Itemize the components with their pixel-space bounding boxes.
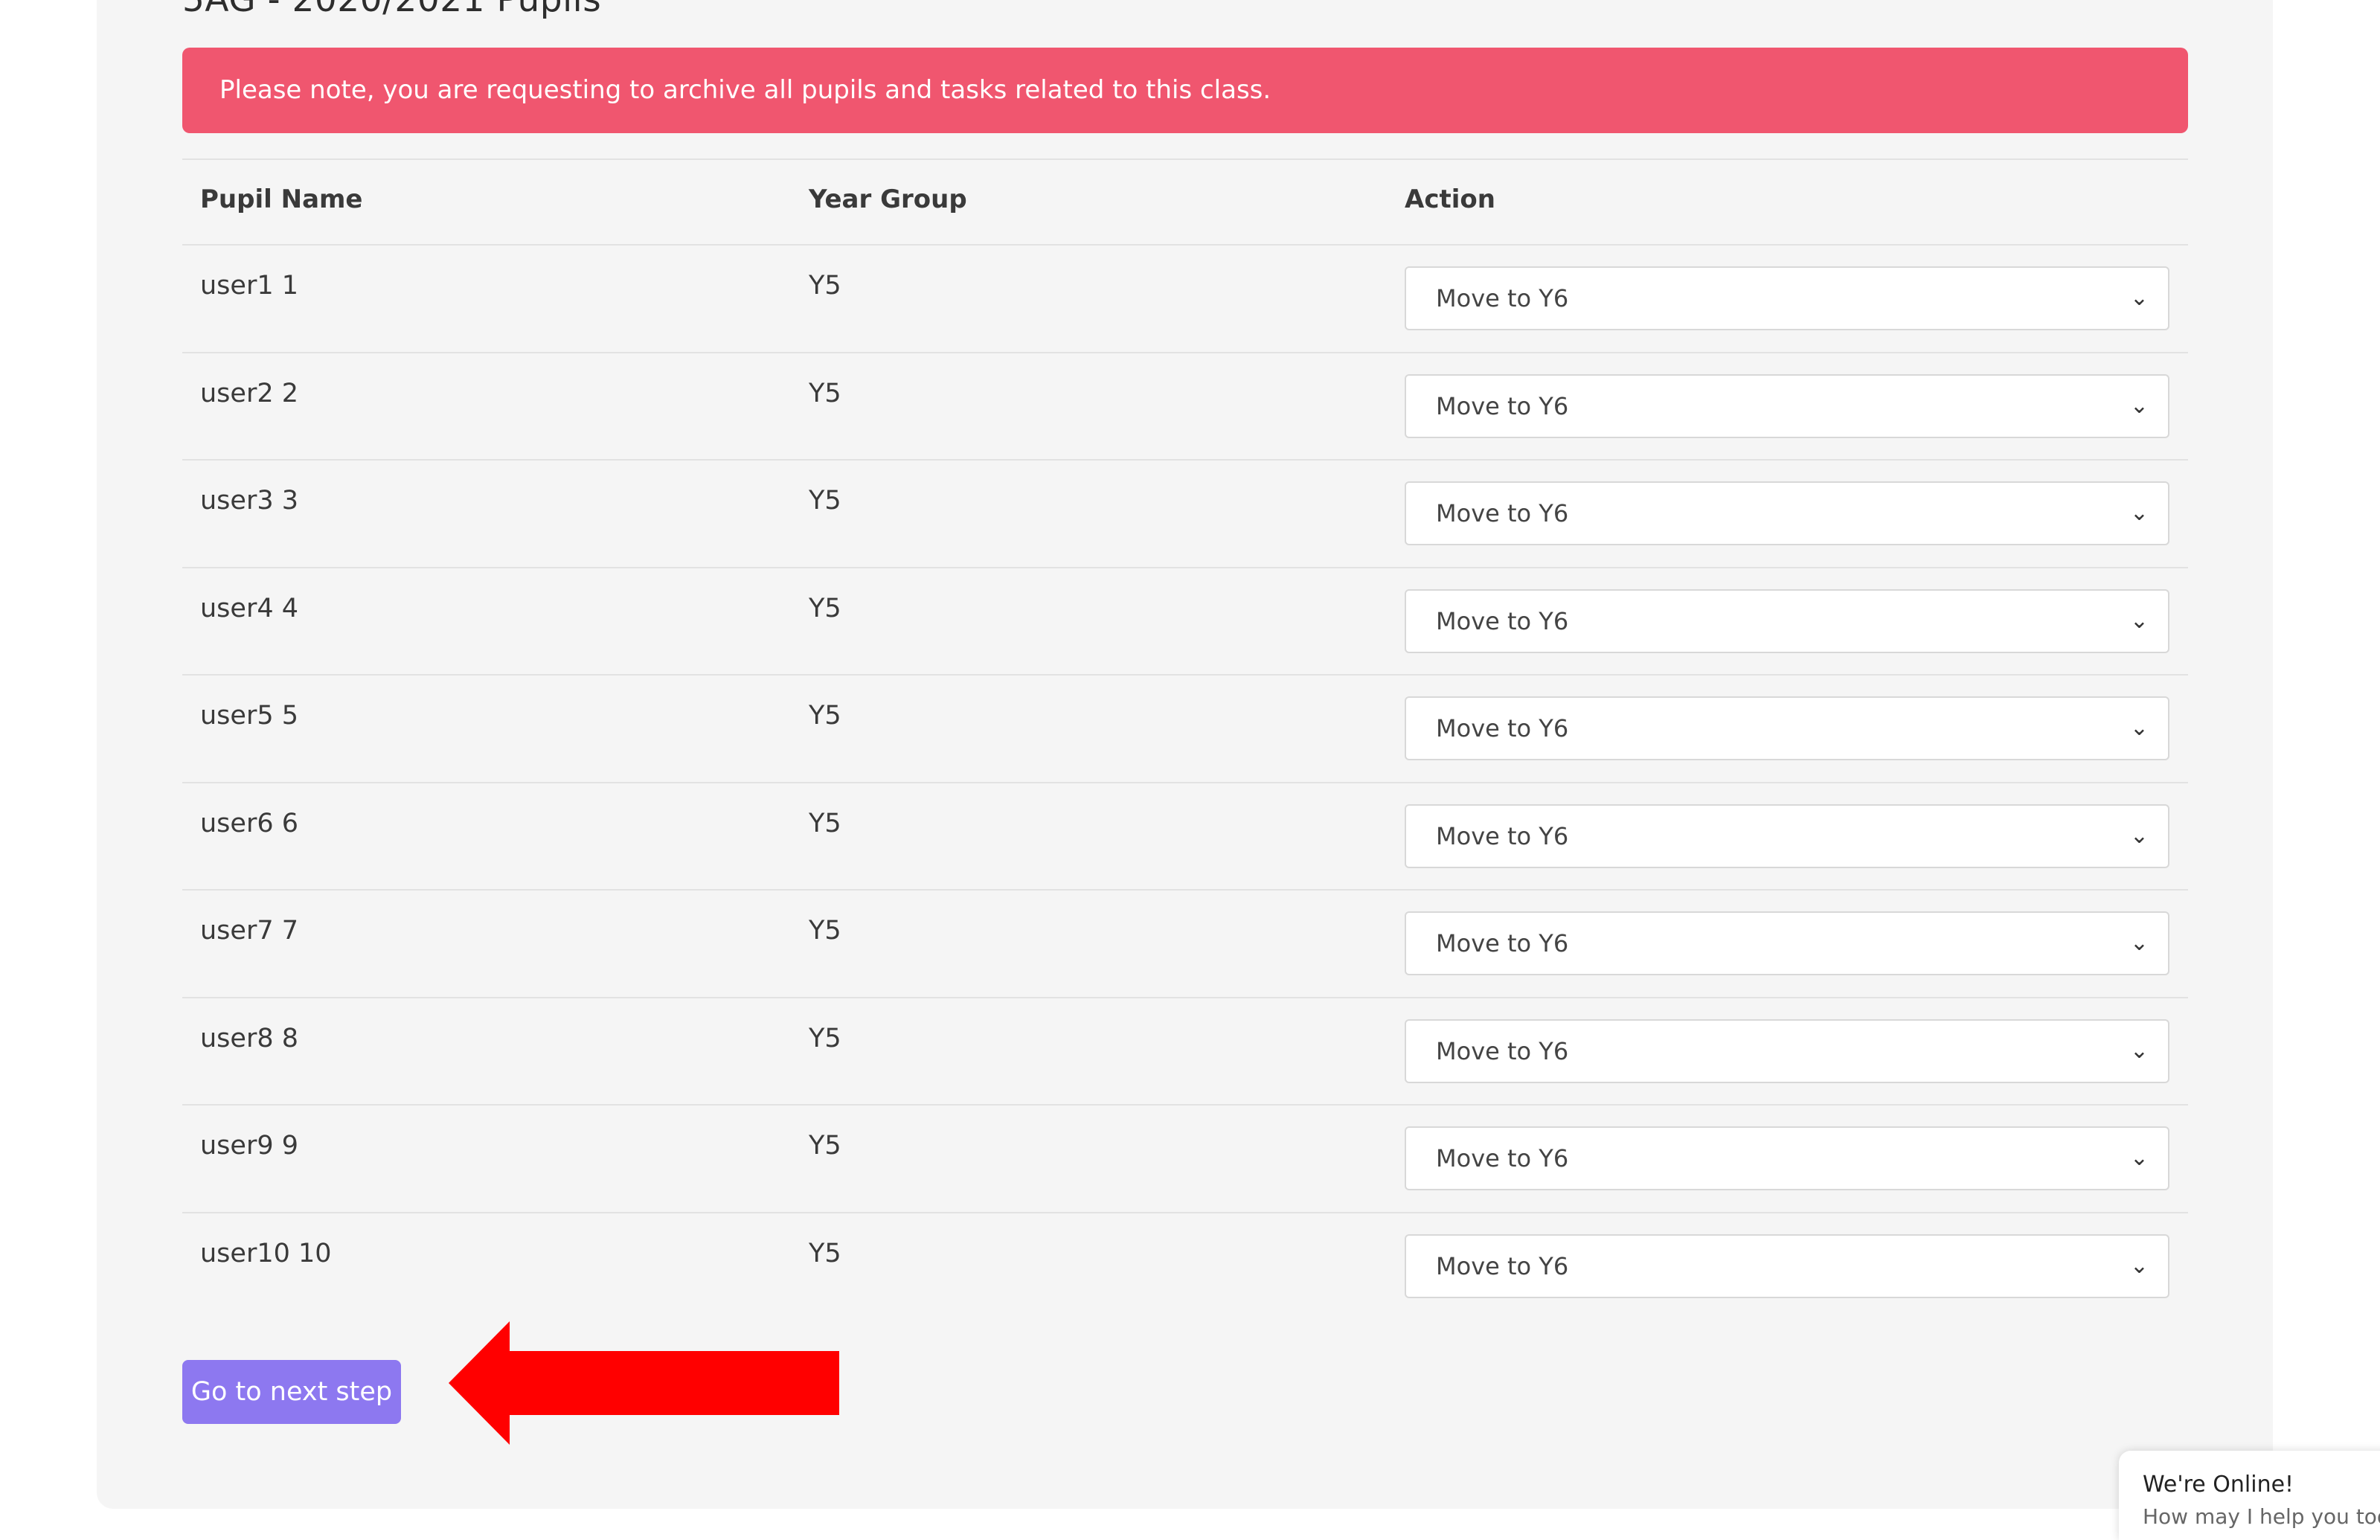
action-select-value: Move to Y6 bbox=[1436, 391, 1569, 420]
row-divider bbox=[182, 674, 2188, 676]
chevron-down-icon: ⌄ bbox=[2129, 930, 2149, 956]
pupil-name-cell: user2 2 bbox=[200, 378, 299, 408]
chevron-down-icon: ⌄ bbox=[2129, 1145, 2149, 1171]
pupil-name-cell: user5 5 bbox=[200, 701, 299, 731]
action-select-value: Move to Y6 bbox=[1436, 606, 1569, 635]
row-divider bbox=[182, 351, 2188, 353]
column-header-action: Action bbox=[1405, 185, 1495, 214]
action-select-value: Move to Y6 bbox=[1436, 929, 1569, 957]
pupil-name-cell: user7 7 bbox=[200, 916, 299, 946]
chevron-down-icon: ⌄ bbox=[2129, 607, 2149, 634]
year-group-cell: Y5 bbox=[809, 916, 841, 946]
archive-warning-alert: Please note, you are requesting to archi… bbox=[182, 48, 2188, 133]
pupil-name-cell: user8 8 bbox=[200, 1023, 299, 1053]
pupil-name-cell: user6 6 bbox=[200, 808, 299, 838]
year-group-cell: Y5 bbox=[809, 378, 841, 408]
chevron-down-icon: ⌄ bbox=[2129, 715, 2149, 741]
action-select-value: Move to Y6 bbox=[1436, 284, 1569, 312]
action-select-value: Move to Y6 bbox=[1436, 499, 1569, 527]
pupil-name-cell: user1 1 bbox=[200, 271, 299, 301]
action-select[interactable]: Move to Y6 ⌄ bbox=[1405, 481, 2169, 545]
action-select[interactable]: Move to Y6 ⌄ bbox=[1405, 1018, 2169, 1083]
year-group-cell: Y5 bbox=[809, 271, 841, 301]
action-select[interactable]: Move to Y6 ⌄ bbox=[1405, 588, 2169, 653]
chevron-down-icon: ⌄ bbox=[2129, 500, 2149, 526]
action-select[interactable]: Move to Y6 ⌄ bbox=[1405, 803, 2169, 868]
column-header-pupil-name: Pupil Name bbox=[200, 185, 363, 214]
action-select-value: Move to Y6 bbox=[1436, 1251, 1569, 1280]
chevron-down-icon: ⌄ bbox=[2129, 285, 2149, 311]
action-select-value: Move to Y6 bbox=[1436, 1036, 1569, 1065]
row-divider bbox=[182, 889, 2188, 891]
pupil-name-cell: user10 10 bbox=[200, 1238, 332, 1268]
chevron-down-icon: ⌄ bbox=[2129, 1037, 2149, 1064]
chat-status: We're Online! bbox=[2143, 1472, 2294, 1498]
chevron-down-icon: ⌄ bbox=[2129, 1252, 2149, 1279]
pupil-name-cell: user9 9 bbox=[200, 1131, 299, 1161]
action-select-value: Move to Y6 bbox=[1436, 714, 1569, 742]
row-divider bbox=[182, 781, 2188, 783]
action-select-value: Move to Y6 bbox=[1436, 821, 1569, 850]
year-group-cell: Y5 bbox=[809, 1023, 841, 1053]
row-divider bbox=[182, 459, 2188, 461]
row-divider bbox=[182, 996, 2188, 998]
year-group-cell: Y5 bbox=[809, 486, 841, 516]
chevron-down-icon: ⌄ bbox=[2129, 822, 2149, 849]
pupil-name-cell: user4 4 bbox=[200, 593, 299, 623]
table-top-divider bbox=[182, 158, 2188, 160]
row-divider bbox=[182, 1104, 2188, 1106]
row-divider bbox=[182, 1211, 2188, 1213]
row-divider bbox=[182, 244, 2188, 246]
pupil-name-cell: user3 3 bbox=[200, 486, 299, 516]
row-divider bbox=[182, 566, 2188, 568]
year-group-cell: Y5 bbox=[809, 701, 841, 731]
year-group-cell: Y5 bbox=[809, 1131, 841, 1161]
year-group-cell: Y5 bbox=[809, 1238, 841, 1268]
year-group-cell: Y5 bbox=[809, 808, 841, 838]
year-group-cell: Y5 bbox=[809, 593, 841, 623]
chat-prompt: How may I help you today? bbox=[2143, 1504, 2380, 1529]
action-select[interactable]: Move to Y6 ⌄ bbox=[1405, 1126, 2169, 1190]
action-select[interactable]: Move to Y6 ⌄ bbox=[1405, 373, 2169, 438]
red-arrow-annotation-icon bbox=[449, 1321, 839, 1445]
action-select[interactable]: Move to Y6 ⌄ bbox=[1405, 911, 2169, 975]
action-select[interactable]: Move to Y6 ⌄ bbox=[1405, 266, 2169, 330]
action-select[interactable]: Move to Y6 ⌄ bbox=[1405, 696, 2169, 760]
column-header-year-group: Year Group bbox=[809, 185, 967, 214]
action-select-value: Move to Y6 bbox=[1436, 1144, 1569, 1172]
chat-widget[interactable]: We're Online! How may I help you today? bbox=[2119, 1451, 2380, 1540]
page-title: 5AG - 2020/2021 Pupils bbox=[182, 0, 601, 22]
go-to-next-step-button[interactable]: Go to next step bbox=[182, 1360, 401, 1424]
chevron-down-icon: ⌄ bbox=[2129, 392, 2149, 419]
action-select[interactable]: Move to Y6 ⌄ bbox=[1405, 1233, 2169, 1298]
